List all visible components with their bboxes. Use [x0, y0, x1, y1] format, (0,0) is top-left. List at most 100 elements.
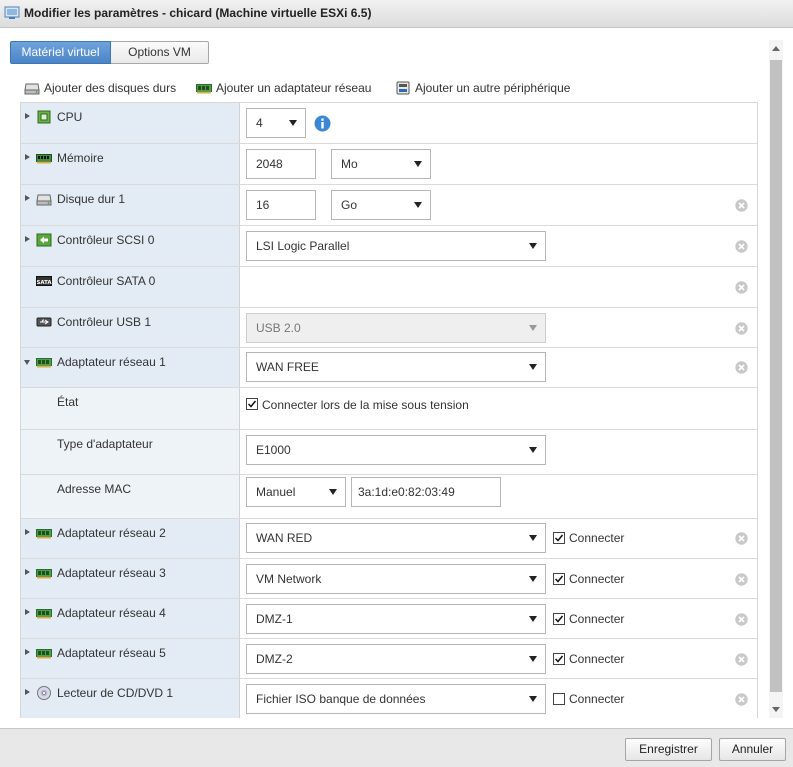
- expand-caret-icon[interactable]: [25, 609, 30, 615]
- remove-device-icon[interactable]: [735, 361, 748, 374]
- chevron-down-icon: [529, 325, 537, 331]
- row-network-1-state: État Connecter lors de la mise sous tens…: [21, 388, 757, 430]
- cpu-count-select[interactable]: 4: [246, 108, 306, 138]
- expand-caret-icon[interactable]: [25, 649, 30, 655]
- scroll-down-arrow-icon[interactable]: [772, 707, 780, 712]
- add-network-adapter-button[interactable]: Ajouter un adaptateur réseau: [196, 79, 381, 97]
- expand-caret-icon[interactable]: [25, 195, 30, 201]
- row-label-cell: Type d'adaptateur: [21, 430, 240, 474]
- window-titlebar: Modifier les paramètres - chicard (Machi…: [0, 0, 793, 28]
- row-label-cell: Adaptateur réseau 2: [21, 519, 240, 558]
- scroll-up-arrow-icon[interactable]: [772, 46, 780, 51]
- memory-size-input[interactable]: 2048: [246, 149, 316, 179]
- row-label-cell: État: [21, 388, 240, 429]
- chevron-down-icon: [414, 202, 422, 208]
- remove-device-icon[interactable]: [735, 322, 748, 335]
- collapse-caret-icon[interactable]: [24, 360, 30, 365]
- remove-device-icon[interactable]: [735, 281, 748, 294]
- connect-label: Connecter: [569, 612, 625, 626]
- chevron-down-icon: [529, 364, 537, 370]
- scsi-controller-icon: [36, 233, 52, 247]
- network-5-select[interactable]: DMZ-2: [246, 644, 546, 674]
- save-button[interactable]: Enregistrer: [625, 738, 712, 761]
- cd-dvd-source-select[interactable]: Fichier ISO banque de données: [246, 684, 546, 714]
- chevron-down-icon: [529, 535, 537, 541]
- row-network-1-adapter-type: Type d'adaptateur E1000: [21, 430, 757, 475]
- virtual-machine-icon: [4, 6, 20, 19]
- row-label-cell: Contrôleur USB 1: [21, 308, 240, 347]
- connect-checkbox[interactable]: [553, 653, 565, 665]
- row-scsi-controller-0: Contrôleur SCSI 0 LSI Logic Parallel: [21, 226, 757, 267]
- vertical-scrollbar[interactable]: [769, 40, 783, 718]
- row-network-adapter-3: Adaptateur réseau 3 VM Network Connecter: [21, 559, 757, 599]
- connect-checkbox[interactable]: [553, 573, 565, 585]
- row-cpu: CPU 4: [21, 103, 757, 144]
- checkmark-icon: [554, 655, 564, 663]
- checkmark-icon: [554, 615, 564, 623]
- row-label: État: [57, 395, 79, 409]
- network-4-select[interactable]: DMZ-1: [246, 604, 546, 634]
- row-network-adapter-4: Adaptateur réseau 4 DMZ-1 Connecter: [21, 599, 757, 639]
- remove-device-icon[interactable]: [735, 532, 748, 545]
- connect-checkbox[interactable]: [553, 613, 565, 625]
- row-hard-disk-1: Disque dur 1 16 Go: [21, 185, 757, 226]
- network-card-icon: [36, 569, 52, 579]
- remove-device-icon[interactable]: [735, 240, 748, 253]
- mac-address-input[interactable]: 3a:1d:e0:82:03:49: [351, 477, 501, 507]
- expand-caret-icon[interactable]: [25, 689, 30, 695]
- row-network-adapter-1: Adaptateur réseau 1 WAN FREE: [21, 348, 757, 388]
- expand-caret-icon[interactable]: [25, 154, 30, 160]
- remove-device-icon[interactable]: [735, 653, 748, 666]
- usb-type-select: USB 2.0: [246, 313, 546, 343]
- row-label-cell: Adresse MAC: [21, 475, 240, 518]
- disk-unit-select[interactable]: Go: [331, 190, 431, 220]
- connect-label: Connecter: [569, 692, 625, 706]
- connect-checkbox[interactable]: [553, 532, 565, 544]
- connect-checkbox[interactable]: [553, 693, 565, 705]
- cancel-button[interactable]: Annuler: [719, 738, 786, 761]
- network-3-select[interactable]: VM Network: [246, 564, 546, 594]
- checkmark-icon: [554, 575, 564, 583]
- adapter-type-select[interactable]: E1000: [246, 435, 546, 465]
- row-label-cell: Mémoire: [21, 144, 240, 184]
- expand-caret-icon[interactable]: [25, 236, 30, 242]
- disk-size-input[interactable]: 16: [246, 190, 316, 220]
- row-label: Adaptateur réseau 2: [57, 526, 166, 540]
- row-label-cell: CPU: [21, 103, 240, 143]
- connect-label: Connecter: [569, 531, 625, 545]
- tab-vm-options[interactable]: Options VM: [111, 41, 209, 64]
- connect-on-power-checkbox[interactable]: [246, 398, 258, 410]
- row-label: CPU: [57, 110, 83, 124]
- row-label-cell: Adaptateur réseau 5: [21, 639, 240, 678]
- remove-device-icon[interactable]: [735, 573, 748, 586]
- dialog-footer: Enregistrer Annuler: [0, 728, 793, 767]
- row-label: Disque dur 1: [57, 192, 126, 206]
- info-icon[interactable]: [314, 115, 331, 132]
- row-memory: Mémoire 2048 Mo: [21, 144, 757, 185]
- remove-device-icon[interactable]: [735, 693, 748, 706]
- row-sata-controller-0: SATA Contrôleur SATA 0: [21, 267, 757, 308]
- expand-caret-icon[interactable]: [25, 529, 30, 535]
- chevron-down-icon: [529, 576, 537, 582]
- tab-virtual-hardware[interactable]: Matériel virtuel: [10, 41, 111, 64]
- scsi-type-select[interactable]: LSI Logic Parallel: [246, 231, 546, 261]
- row-label: Adaptateur réseau 3: [57, 566, 166, 580]
- remove-device-icon[interactable]: [735, 613, 748, 626]
- network-2-select[interactable]: WAN RED: [246, 523, 546, 553]
- memory-unit-select[interactable]: Mo: [331, 149, 431, 179]
- row-label: Type d'adaptateur: [57, 437, 153, 451]
- row-label: Adaptateur réseau 1: [57, 355, 166, 369]
- scroll-thumb[interactable]: [770, 60, 782, 692]
- add-hard-disk-button[interactable]: Ajouter des disques durs: [24, 79, 186, 97]
- other-device-icon: [396, 81, 410, 95]
- network-1-select[interactable]: WAN FREE: [246, 352, 546, 382]
- remove-device-icon[interactable]: [735, 199, 748, 212]
- row-label: Adaptateur réseau 4: [57, 606, 166, 620]
- mac-mode-select[interactable]: Manuel: [246, 477, 346, 507]
- chevron-down-icon: [414, 161, 422, 167]
- row-label: Mémoire: [57, 151, 104, 165]
- add-other-device-button[interactable]: Ajouter un autre périphérique: [395, 79, 575, 97]
- expand-caret-icon[interactable]: [25, 113, 30, 119]
- expand-caret-icon[interactable]: [25, 569, 30, 575]
- row-label: Contrôleur SATA 0: [57, 274, 156, 288]
